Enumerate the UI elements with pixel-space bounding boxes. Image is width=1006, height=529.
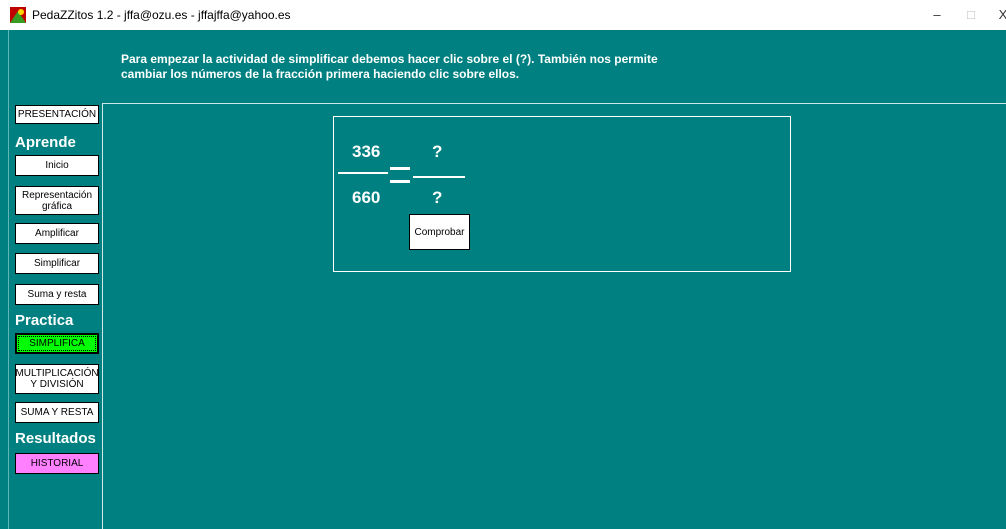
fraction-line-right bbox=[413, 176, 465, 178]
denominator[interactable]: 660 bbox=[352, 188, 380, 208]
amplificar-button[interactable]: Amplificar bbox=[15, 223, 99, 244]
representacion-grafica-button[interactable]: Representación gráfica bbox=[15, 186, 99, 215]
instructions-line-1: Para empezar la actividad de simplificar… bbox=[121, 52, 658, 66]
sidebar-divider bbox=[102, 103, 103, 529]
historial-button[interactable]: HISTORIAL bbox=[15, 453, 99, 474]
equals-bar-top bbox=[390, 167, 410, 170]
aprende-heading: Aprende bbox=[15, 134, 76, 151]
close-button[interactable]: X bbox=[993, 5, 1006, 25]
minimize-button[interactable]: – bbox=[927, 5, 947, 25]
result-denominator[interactable]: ? bbox=[432, 188, 442, 208]
app-icon bbox=[10, 7, 26, 23]
title-bar: PedaZZitos 1.2 - jffa@ozu.es - jffajffa@… bbox=[0, 0, 1006, 30]
maximize-button[interactable]: □ bbox=[961, 5, 981, 25]
practica-heading: Practica bbox=[15, 312, 74, 329]
main-area bbox=[0, 30, 1006, 529]
simplifica-button[interactable]: SIMPLIFICA bbox=[15, 333, 99, 354]
multiplicacion-division-button[interactable]: MULTIPLICACIÓN Y DIVISIÓN bbox=[15, 364, 99, 394]
simplificar-button[interactable]: Simplificar bbox=[15, 253, 99, 274]
suma-resta-button[interactable]: Suma y resta bbox=[15, 284, 99, 305]
instructions-line-2: cambiar los números de la fracción prime… bbox=[121, 67, 520, 81]
fraction-line-left bbox=[338, 172, 388, 174]
numerator[interactable]: 336 bbox=[352, 142, 380, 162]
suma-y-resta-practica-button[interactable]: SUMA Y RESTA bbox=[15, 402, 99, 423]
comprobar-button[interactable]: Comprobar bbox=[409, 214, 470, 250]
inicio-button[interactable]: Inicio bbox=[15, 155, 99, 176]
result-numerator[interactable]: ? bbox=[432, 142, 442, 162]
exercise-panel bbox=[333, 116, 791, 272]
window-title: PedaZZitos 1.2 - jffa@ozu.es - jffajffa@… bbox=[32, 8, 291, 22]
instructions: Para empezar la actividad de simplificar… bbox=[121, 52, 658, 82]
presentacion-button[interactable]: PRESENTACIÓN bbox=[15, 105, 99, 124]
content-top-rule bbox=[102, 103, 1006, 104]
equals-bar-bottom bbox=[390, 180, 410, 183]
resultados-heading: Resultados bbox=[15, 430, 96, 447]
